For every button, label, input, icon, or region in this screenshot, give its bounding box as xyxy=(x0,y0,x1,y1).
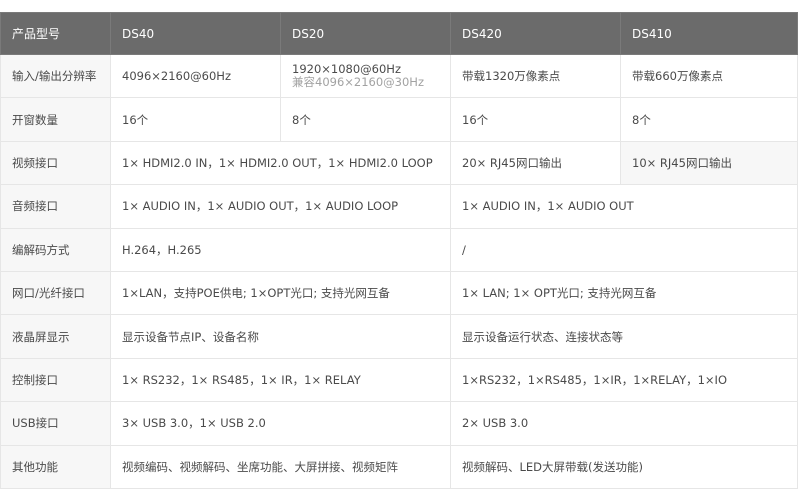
cell-ds420-ds410: 1× LAN; 1× OPT光口; 支持光网互备 xyxy=(450,270,798,316)
row-label: 输入/输出分辨率 xyxy=(0,53,111,99)
row-label: 液晶屏显示 xyxy=(0,314,111,359)
cell-ds40-ds20: 1× AUDIO IN，1× AUDIO OUT，1× AUDIO LOOP xyxy=(110,184,451,229)
row-label: 开窗数量 xyxy=(0,97,111,142)
cell-ds420-ds410: 1× AUDIO IN，1× AUDIO OUT xyxy=(450,184,798,229)
table-row: USB接口 3× USB 3.0，1× USB 2.0 2× USB 3.0 xyxy=(0,401,798,446)
cell-ds40-ds20: 1× RS232，1× RS485，1× IR，1× RELAY xyxy=(110,357,451,403)
table-row: 音频接口 1× AUDIO IN，1× AUDIO OUT，1× AUDIO L… xyxy=(0,184,798,229)
cell-ds20: 8个 xyxy=(280,97,451,142)
cell-ds40-ds20: 1× HDMI2.0 IN，1× HDMI2.0 OUT，1× HDMI2.0 … xyxy=(110,140,451,186)
cell-ds410: 带载660万像素点 xyxy=(620,53,798,99)
row-label: 音频接口 xyxy=(0,184,111,229)
cell-ds40-ds20: 视频编码、视频解码、坐席功能、大屏拼接、视频矩阵 xyxy=(110,444,451,489)
table-row: 控制接口 1× RS232，1× RS485，1× IR，1× RELAY 1×… xyxy=(0,357,798,403)
header-cell-ds20: DS20 xyxy=(280,12,451,55)
spec-table: 产品型号 DS40 DS20 DS420 DS410 输入/输出分辨率 4096… xyxy=(0,12,798,489)
cell-ds410: 8个 xyxy=(620,97,798,142)
cell-ds420-ds410: 2× USB 3.0 xyxy=(450,401,798,446)
table-row: 视频接口 1× HDMI2.0 IN，1× HDMI2.0 OUT，1× HDM… xyxy=(0,140,798,186)
table-row: 液晶屏显示 显示设备节点IP、设备名称 显示设备运行状态、连接状态等 xyxy=(0,314,798,359)
cell-ds20: 1920×1080@60Hz 兼容4096×2160@30Hz xyxy=(280,53,451,99)
row-label: USB接口 xyxy=(0,401,111,446)
table-row: 开窗数量 16个 8个 16个 8个 xyxy=(0,97,798,142)
header-cell-ds420: DS420 xyxy=(450,12,621,55)
cell-ds40-ds20: H.264，H.265 xyxy=(110,227,451,272)
cell-ds420: 16个 xyxy=(450,97,621,142)
cell-ds420-ds410: / xyxy=(450,227,798,272)
table-row: 其他功能 视频编码、视频解码、坐席功能、大屏拼接、视频矩阵 视频解码、LED大屏… xyxy=(0,444,798,489)
cell-ds40: 16个 xyxy=(110,97,281,142)
row-label: 其他功能 xyxy=(0,444,111,489)
cell-ds420: 20× RJ45网口输出 xyxy=(450,140,621,186)
table-row: 编解码方式 H.264，H.265 / xyxy=(0,227,798,272)
row-label: 视频接口 xyxy=(0,140,111,186)
header-cell-ds410: DS410 xyxy=(620,12,798,55)
row-label: 控制接口 xyxy=(0,357,111,403)
header-cell-model: 产品型号 xyxy=(0,12,111,55)
table-row: 网口/光纤接口 1×LAN，支持POE供电; 1×OPT光口; 支持光网互备 1… xyxy=(0,270,798,316)
cell-ds420: 带载1320万像素点 xyxy=(450,53,621,99)
row-label: 网口/光纤接口 xyxy=(0,270,111,316)
header-cell-ds40: DS40 xyxy=(110,12,281,55)
cell-ds40-ds20: 3× USB 3.0，1× USB 2.0 xyxy=(110,401,451,446)
table-row: 输入/输出分辨率 4096×2160@60Hz 1920×1080@60Hz 兼… xyxy=(0,53,798,99)
cell-ds40-ds20: 显示设备节点IP、设备名称 xyxy=(110,314,451,359)
cell-ds420-ds410: 1×RS232，1×RS485，1×IR，1×RELAY，1×IO xyxy=(450,357,798,403)
cell-ds410: 10× RJ45网口输出 xyxy=(620,140,798,186)
row-label: 编解码方式 xyxy=(0,227,111,272)
cell-ds420-ds410: 视频解码、LED大屏带载(发送功能) xyxy=(450,444,798,489)
cell-ds20-sub: 兼容4096×2160@30Hz xyxy=(292,75,424,90)
header-row: 产品型号 DS40 DS20 DS420 DS410 xyxy=(0,12,798,55)
cell-ds40-ds20: 1×LAN，支持POE供电; 1×OPT光口; 支持光网互备 xyxy=(110,270,451,316)
cell-ds40: 4096×2160@60Hz xyxy=(110,53,281,99)
cell-ds420-ds410: 显示设备运行状态、连接状态等 xyxy=(450,314,798,359)
